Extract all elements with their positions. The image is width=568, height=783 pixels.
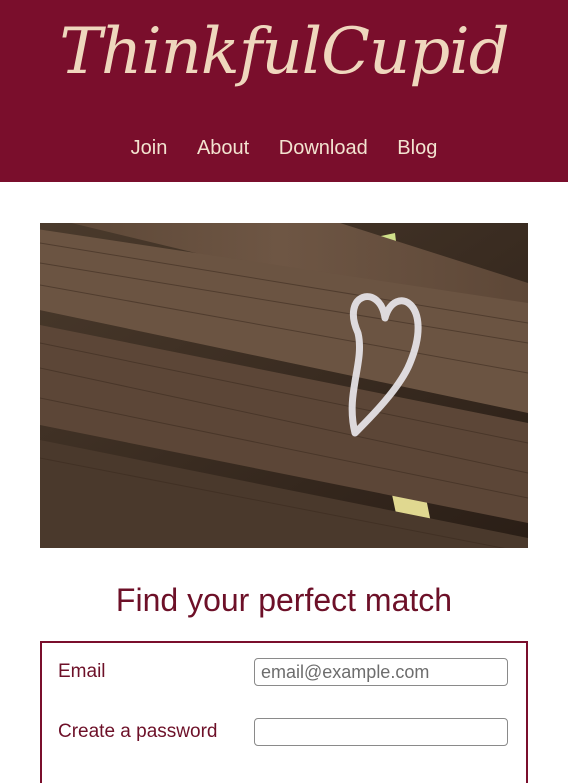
hero-image (40, 223, 528, 548)
signup-form: Email Create a password (40, 641, 528, 783)
nav-join[interactable]: Join (131, 137, 168, 159)
page-headline: Find your perfect match (115, 582, 453, 618)
nav-blog[interactable]: Blog (397, 137, 437, 159)
site-logo[interactable]: ThinkfulCupid (0, 2, 568, 102)
bench-heart-image (40, 223, 528, 548)
password-row: Create a password (58, 715, 518, 749)
site-header: ThinkfulCupid Join About Download Blog (0, 0, 568, 182)
password-label: Create a password (58, 721, 218, 742)
nav-about[interactable]: About (197, 137, 249, 159)
email-label: Email (58, 661, 106, 682)
password-field[interactable] (254, 718, 508, 746)
email-row: Email (58, 655, 518, 689)
email-field[interactable] (254, 658, 508, 686)
main-nav: Join About Download Blog (0, 132, 568, 164)
nav-download[interactable]: Download (279, 137, 368, 159)
